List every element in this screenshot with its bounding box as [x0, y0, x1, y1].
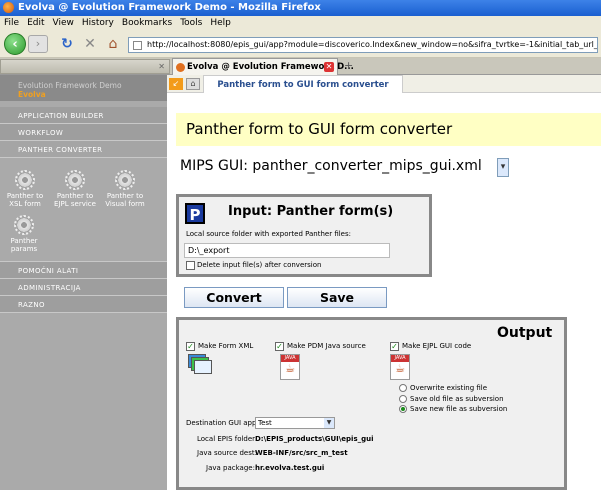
destination-app-label: Destination GUI app: — [186, 419, 259, 427]
radio-save-old-subversion-label: Save old file as subversion — [410, 395, 504, 403]
sidebar-item-application-builder[interactable]: APPLICATION BUILDER — [0, 107, 167, 124]
source-folder-input[interactable]: D:\_export — [184, 243, 390, 258]
make-form-xml-label: Make Form XML — [198, 342, 254, 350]
page-icon — [133, 41, 142, 50]
firefox-icon — [3, 2, 14, 13]
params-icon — [14, 215, 34, 235]
chevron-down-icon[interactable]: ▼ — [324, 418, 334, 428]
mips-gui-select[interactable]: MIPS GUI: panther_converter_mips_gui.xml — [180, 158, 482, 174]
collapse-icon[interactable]: ↙ — [169, 78, 183, 90]
sidebar: Evolution Framework Demo Evolva APPLICAT… — [0, 75, 167, 490]
radio-save-old-subversion[interactable] — [399, 395, 407, 403]
menu-tools[interactable]: Tools — [180, 18, 202, 28]
gear-icon — [15, 170, 35, 190]
stop-icon[interactable]: ✕ — [80, 35, 100, 54]
radio-save-new-subversion[interactable] — [399, 405, 407, 413]
convert-button[interactable]: Convert — [184, 287, 284, 308]
sidebar-brand: Evolution Framework Demo Evolva — [0, 75, 167, 101]
brand-title: Evolution Framework Demo — [18, 81, 122, 90]
page-title: Panther form to GUI form converter — [176, 113, 601, 146]
tool-panther-params[interactable]: Panther params — [2, 215, 46, 253]
gear-icon — [65, 170, 85, 190]
window-title-bar: Evolva @ Evolution Framework Demo - Mozi… — [0, 0, 601, 16]
favicon-icon — [176, 63, 185, 72]
java-icon-label: JAVA — [391, 355, 409, 362]
forward-button[interactable]: › — [28, 35, 48, 53]
save-button[interactable]: Save — [287, 287, 387, 308]
java-package-value: hr.evolva.test.gui — [255, 464, 325, 472]
delete-input-label: Delete input file(s) after conversion — [197, 261, 322, 269]
menu-file[interactable]: File — [4, 18, 19, 28]
radio-save-new-subversion-label: Save new file as subversion — [410, 405, 508, 413]
java-package-label: Java package: — [206, 464, 255, 472]
gear-icon — [115, 170, 135, 190]
tool-label: Panther to Visual form — [105, 192, 145, 208]
menu-help[interactable]: Help — [210, 18, 231, 28]
delete-input-checkbox[interactable] — [186, 261, 195, 270]
destination-app-value: Test — [258, 419, 272, 427]
chevron-down-icon[interactable]: ▾ — [497, 158, 509, 177]
window-title: Evolva @ Evolution Framework Demo - Mozi… — [18, 2, 321, 13]
make-pdm-label: Make PDM Java source — [287, 342, 366, 350]
source-folder-label: Local source folder with exported Panthe… — [186, 230, 351, 238]
make-ejpl-label: Make EJPL GUI code — [402, 342, 472, 350]
sidebar-item-pomocni-alati[interactable]: POMOĆNI ALATI — [0, 262, 167, 279]
tool-panther-to-visual[interactable]: Panther to Visual form — [102, 170, 148, 208]
java-file-icon: JAVA ☕ — [390, 354, 410, 380]
java-source-dest-value: WEB-INF/src/src_m_test — [255, 449, 348, 457]
menu-bar: File Edit View History Bookmarks Tools H… — [0, 16, 601, 30]
menu-bookmarks[interactable]: Bookmarks — [122, 18, 172, 28]
home-tab-icon[interactable]: ⌂ — [186, 78, 200, 90]
radio-overwrite-label: Overwrite existing file — [410, 384, 488, 392]
menu-view[interactable]: View — [53, 18, 74, 28]
new-tab-button[interactable]: + — [344, 59, 353, 72]
sidebar-item-administracija[interactable]: ADMINISTRACIJA — [0, 279, 167, 296]
tool-label: Panther to XSL form — [6, 192, 44, 208]
url-bar[interactable]: http://localhost:8080/epis_gui/app?modul… — [128, 37, 598, 53]
sidebar-item-panther-converter[interactable]: PANTHER CONVERTER — [0, 141, 167, 158]
panther-logo-icon: P — [185, 203, 205, 224]
radio-overwrite[interactable] — [399, 384, 407, 392]
browser-tab-inactive[interactable]: ✕ — [0, 59, 170, 74]
java-source-dest-label: Java source dest: — [197, 449, 257, 457]
local-epis-folder-value: D:\EPIS_products\GUI\epis_gui — [255, 435, 374, 443]
browser-tab-active[interactable]: Evolva @ Evolution Framework D... ✕ — [172, 58, 354, 75]
tool-label: Panther params — [10, 237, 38, 253]
close-tab-icon[interactable]: ✕ — [158, 62, 165, 71]
navigation-toolbar: ‹ › ↻ ✕ ⌂ http://localhost:8080/epis_gui… — [0, 30, 601, 58]
home-icon[interactable]: ⌂ — [103, 35, 123, 54]
tool-label: Panther to EJPL service — [54, 192, 96, 208]
form-xml-icon — [188, 354, 214, 376]
destination-app-select[interactable]: Test ▼ — [255, 417, 335, 429]
close-tab-icon[interactable]: ✕ — [324, 62, 334, 72]
make-form-xml-checkbox[interactable]: ✓ — [186, 342, 195, 351]
sidebar-item-razno[interactable]: RAZNO — [0, 296, 167, 313]
tool-panther-to-xsl[interactable]: Panther to XSL form — [2, 170, 48, 208]
back-button[interactable]: ‹ — [4, 33, 26, 55]
content-tab-title[interactable]: Panther form to GUI form converter — [203, 75, 403, 93]
sidebar-item-workflow[interactable]: WORKFLOW — [0, 124, 167, 141]
menu-history[interactable]: History — [82, 18, 114, 28]
content-tab-strip: ↙ ⌂ Panther form to GUI form converter — [167, 75, 601, 93]
output-panel-title: Output — [497, 325, 553, 341]
make-pdm-checkbox[interactable]: ✓ — [275, 342, 284, 351]
java-icon-label: JAVA — [281, 355, 299, 362]
tab-bar: ✕ Evolva @ Evolution Framework D... ✕ + — [0, 58, 601, 75]
menu-edit[interactable]: Edit — [27, 18, 44, 28]
make-ejpl-checkbox[interactable]: ✓ — [390, 342, 399, 351]
panther-tools-panel: Panther to XSL form Panther to EJPL serv… — [0, 158, 167, 262]
local-epis-folder-label: Local EPIS folder: — [197, 435, 258, 443]
brand-subtitle: Evolva — [18, 90, 46, 99]
tool-panther-to-ejpl[interactable]: Panther to EJPL service — [52, 170, 98, 208]
reload-icon[interactable]: ↻ — [57, 35, 77, 54]
java-file-icon: JAVA ☕ — [280, 354, 300, 380]
url-text: http://localhost:8080/epis_gui/app?modul… — [147, 40, 598, 49]
input-panel-title: Input: Panther form(s) — [228, 204, 394, 219]
